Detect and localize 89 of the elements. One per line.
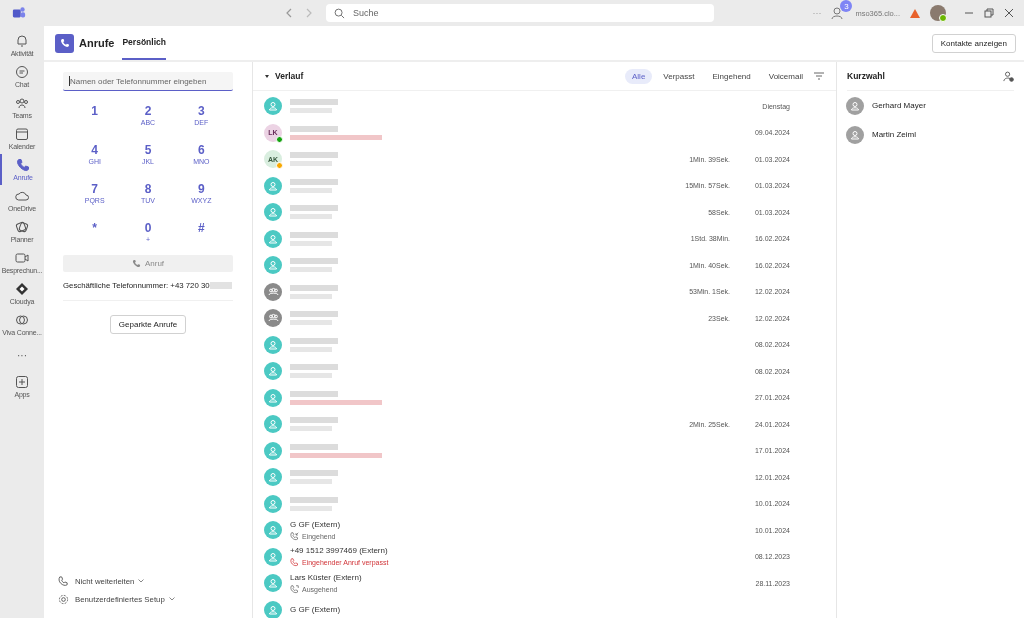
people-group-icon (15, 96, 29, 110)
restore-icon[interactable] (984, 8, 994, 18)
caller-name: G GF (Extern) (290, 519, 341, 529)
add-contact-icon[interactable] (1003, 70, 1014, 82)
people-icon[interactable] (831, 6, 846, 20)
user-avatar[interactable] (930, 5, 946, 21)
filter-icon[interactable] (814, 72, 824, 80)
person-avatar (264, 494, 282, 513)
person-avatar (264, 574, 282, 593)
bell-icon (15, 34, 29, 48)
outgoing-call-icon (290, 584, 299, 594)
section-title: Verlauf (275, 71, 304, 81)
person-avatar (264, 97, 282, 116)
notification-badge: 3 (840, 0, 853, 12)
video-camera-icon (15, 251, 29, 265)
tab[interactable]: Persönlich (122, 26, 166, 60)
redacted-name (290, 496, 338, 503)
plus-icon (15, 375, 29, 389)
search-field[interactable]: Suche (326, 4, 714, 22)
phone-icon (131, 259, 141, 268)
chat-icon (15, 65, 29, 79)
chevron-down-icon (168, 597, 175, 601)
person-avatar (264, 468, 282, 487)
filter-tab[interactable]: Alle (625, 68, 653, 84)
rings-icon (15, 313, 29, 327)
warning-icon (910, 8, 920, 18)
calendar-icon (15, 127, 29, 141)
group-avatar (264, 282, 282, 301)
page-title: Anrufe (79, 37, 115, 49)
person-avatar (264, 256, 282, 275)
show-contacts-button[interactable]: Kontakte anzeigen (931, 33, 1016, 53)
back-icon[interactable] (284, 8, 294, 18)
filter-tab[interactable]: Verpasst (656, 68, 702, 84)
redacted-name (290, 152, 338, 159)
phone-app-icon (55, 33, 74, 53)
incoming-call-icon (290, 531, 299, 541)
caller-name: G GF (Extern) (290, 605, 341, 615)
person-avatar (264, 441, 282, 460)
redacted-name (290, 443, 338, 450)
parked-calls-button[interactable]: Geparkte Anrufe (109, 315, 187, 334)
planner-icon (15, 220, 29, 234)
redacted-name (290, 284, 338, 291)
redacted-name (290, 231, 338, 238)
redacted-name (290, 258, 338, 265)
redacted-name (290, 390, 338, 397)
caller-name: Lars Küster (Extern) (290, 572, 362, 582)
forward-call-icon (58, 575, 69, 587)
search-icon (334, 7, 345, 19)
speed-dial-contact[interactable]: Gerhard Mayer (846, 91, 1014, 120)
contact-avatar (846, 96, 864, 115)
filter-tab[interactable]: Eingehend (705, 68, 758, 84)
redacted-name (290, 99, 338, 106)
contact-avatar (846, 125, 864, 144)
redacted-name (290, 205, 338, 212)
dial-key[interactable]: * (68, 221, 122, 252)
close-icon[interactable] (1004, 8, 1014, 18)
settings-icon (58, 593, 69, 605)
dial-key[interactable]: 1 (68, 104, 122, 135)
person-avatar (264, 362, 282, 381)
collapse-icon[interactable] (265, 74, 269, 78)
cloud-icon (15, 189, 29, 203)
redacted-name (290, 311, 338, 318)
dial-key[interactable]: # (174, 221, 228, 252)
more-apps-button[interactable]: ··· (0, 340, 44, 371)
section-title: Kurzwahl (847, 71, 885, 81)
person-avatar (264, 521, 282, 540)
person-avatar (264, 229, 282, 248)
person-avatar (264, 415, 282, 434)
filter-tab[interactable]: Voicemail (761, 68, 810, 84)
redacted-name (290, 470, 338, 477)
person-avatar (264, 388, 282, 407)
caller-name: +49 1512 3997469 (Extern) (290, 546, 389, 556)
redacted-name (290, 417, 338, 424)
person-avatar (264, 547, 282, 566)
missed-call-icon (290, 558, 299, 568)
group-avatar (264, 309, 282, 328)
person-avatar (264, 335, 282, 354)
chevron-down-icon (138, 579, 145, 583)
redacted-name (290, 125, 338, 132)
person-avatar (264, 176, 282, 195)
redacted-name (290, 337, 338, 344)
phone-icon (16, 158, 30, 172)
redacted-name (290, 364, 338, 371)
number-input-field[interactable]: Namen oder Telefonnummer eingeben (63, 72, 233, 91)
speed-dial-contact[interactable]: Martin Zeiml (846, 120, 1014, 149)
person-avatar (264, 203, 282, 222)
diamond-icon (15, 282, 29, 296)
redacted-number (209, 282, 232, 289)
redacted-name (290, 178, 338, 185)
